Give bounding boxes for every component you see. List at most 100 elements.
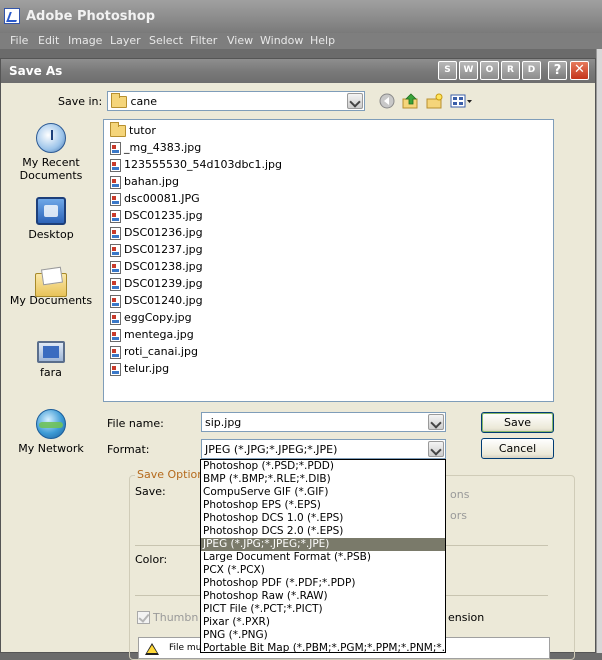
title-button-w[interactable]: W: [459, 61, 478, 80]
my-computer-icon: [37, 341, 65, 363]
save-in-label: Save in:: [58, 95, 103, 108]
format-option[interactable]: Large Document Format (*.PSB): [201, 551, 445, 564]
save-in-dropdown[interactable]: cane: [107, 91, 365, 111]
format-option[interactable]: PICT File (*.PCT;*.PICT): [201, 603, 445, 616]
save-in-value: cane: [130, 95, 158, 108]
chevron-down-icon[interactable]: [428, 441, 444, 457]
format-option-selected[interactable]: JPEG (*.JPG;*.JPEG;*.JPE): [201, 538, 445, 551]
place-label: fara: [40, 366, 62, 379]
menu-edit[interactable]: Edit: [38, 34, 59, 47]
menu-view[interactable]: View: [227, 34, 253, 47]
image-file-icon: [110, 345, 121, 359]
menu-select[interactable]: Select: [149, 34, 183, 47]
list-item-folder[interactable]: tutor: [110, 122, 156, 139]
list-item[interactable]: DSC01236.jpg: [110, 224, 203, 241]
save-button[interactable]: Save: [481, 412, 554, 433]
format-label: Format:: [107, 443, 150, 456]
save-options-label: Save Option: [135, 468, 207, 481]
format-option[interactable]: Photoshop PDF (*.PDF;*.PDP): [201, 577, 445, 590]
format-option[interactable]: Photoshop Raw (*.RAW): [201, 590, 445, 603]
format-option[interactable]: PCX (*.PCX): [201, 564, 445, 577]
desktop-icon: [36, 197, 66, 225]
format-dropdown-list[interactable]: Photoshop (*.PSD;*.PDD) BMP (*.BMP;*.RLE…: [200, 459, 446, 653]
list-item[interactable]: eggCopy.jpg: [110, 309, 192, 326]
image-file-icon: [110, 141, 121, 155]
format-option[interactable]: BMP (*.BMP;*.RLE;*.DIB): [201, 473, 445, 486]
format-option[interactable]: PNG (*.PNG): [201, 629, 445, 642]
image-file-icon: [110, 311, 121, 325]
place-label: Desktop: [28, 228, 74, 241]
file-list[interactable]: tutor _mg_4383.jpg 123555530_54d103dbc1.…: [103, 119, 554, 402]
list-item[interactable]: DSC01239.jpg: [110, 275, 203, 292]
dialog-title-bar[interactable]: Save As S W O R D ? ✕: [1, 59, 595, 83]
menu-help[interactable]: Help: [310, 34, 335, 47]
cancel-button[interactable]: Cancel: [481, 438, 554, 459]
list-item[interactable]: DSC01240.jpg: [110, 292, 203, 309]
list-item[interactable]: roti_canai.jpg: [110, 343, 198, 360]
file-name-value[interactable]: sip.jpg: [205, 416, 241, 429]
extension-label: ension: [448, 611, 485, 624]
format-option[interactable]: Photoshop DCS 1.0 (*.EPS): [201, 512, 445, 525]
file-name-input[interactable]: sip.jpg: [201, 412, 446, 432]
places-bar: My Recent Documents Desktop My Documents…: [7, 119, 95, 459]
format-option[interactable]: CompuServe GIF (*.GIF): [201, 486, 445, 499]
format-option[interactable]: Portable Bit Map (*.PBM;*.PGM;*.PPM;*.PN…: [201, 642, 445, 652]
format-dropdown[interactable]: JPEG (*.JPG;*.JPEG;*.JPE): [201, 439, 446, 459]
chevron-down-icon[interactable]: [347, 93, 363, 109]
dialog-title: Save As: [9, 64, 63, 78]
image-file-icon: [110, 328, 121, 342]
views-menu-icon[interactable]: [450, 93, 474, 109]
place-fara[interactable]: fara: [7, 341, 95, 379]
image-file-icon: [110, 175, 121, 189]
title-button-s[interactable]: S: [438, 61, 457, 80]
image-file-icon: [110, 294, 121, 308]
back-icon[interactable]: [379, 93, 395, 109]
warning-text: File mu: [169, 643, 202, 653]
image-file-icon: [110, 226, 121, 240]
options-fragment: ons: [450, 488, 470, 501]
thumbnail-label: Thumbn: [153, 611, 199, 624]
list-item[interactable]: bahan.jpg: [110, 173, 179, 190]
folder-icon: [111, 93, 127, 108]
place-my-network[interactable]: My Network: [7, 409, 95, 455]
options-fragment: ors: [450, 509, 467, 522]
list-item[interactable]: mentega.jpg: [110, 326, 194, 343]
background-panel: [596, 49, 602, 653]
my-documents-icon: [35, 273, 67, 297]
menu-file[interactable]: File: [10, 34, 28, 47]
image-file-icon: [110, 277, 121, 291]
list-item[interactable]: 123555530_54d103dbc1.jpg: [110, 156, 282, 173]
close-button[interactable]: ✕: [570, 61, 589, 80]
place-label: My Recent Documents: [19, 156, 83, 182]
image-file-icon: [110, 362, 121, 376]
chevron-down-icon[interactable]: [428, 414, 444, 430]
image-file-icon: [110, 209, 121, 223]
menu-layer[interactable]: Layer: [110, 34, 141, 47]
menu-filter[interactable]: Filter: [190, 34, 217, 47]
format-option[interactable]: Pixar (*.PXR): [201, 616, 445, 629]
place-my-documents[interactable]: My Documents: [7, 267, 95, 307]
place-desktop[interactable]: Desktop: [7, 197, 95, 241]
list-item[interactable]: DSC01238.jpg: [110, 258, 203, 275]
title-button-d[interactable]: D: [522, 61, 541, 80]
place-my-recent-documents[interactable]: My Recent Documents: [7, 123, 95, 182]
list-item[interactable]: DSC01235.jpg: [110, 207, 203, 224]
menu-image[interactable]: Image: [68, 34, 102, 47]
list-item[interactable]: DSC01237.jpg: [110, 241, 203, 258]
list-item[interactable]: telur.jpg: [110, 360, 169, 377]
file-name-label: File name:: [107, 417, 164, 430]
recent-documents-icon: [36, 123, 66, 153]
help-button[interactable]: ?: [548, 61, 567, 80]
title-button-r[interactable]: R: [501, 61, 520, 80]
title-button-o[interactable]: O: [480, 61, 499, 80]
list-item[interactable]: dsc00081.JPG: [110, 190, 200, 207]
list-item[interactable]: _mg_4383.jpg: [110, 139, 201, 156]
format-option[interactable]: Photoshop DCS 2.0 (*.EPS): [201, 525, 445, 538]
format-option[interactable]: Photoshop (*.PSD;*.PDD): [201, 460, 445, 473]
up-folder-icon[interactable]: [402, 93, 420, 109]
thumbnail-checkbox[interactable]: [137, 611, 150, 624]
new-folder-icon[interactable]: [426, 93, 444, 109]
image-file-icon: [110, 158, 121, 172]
menu-window[interactable]: Window: [260, 34, 303, 47]
format-option[interactable]: Photoshop EPS (*.EPS): [201, 499, 445, 512]
